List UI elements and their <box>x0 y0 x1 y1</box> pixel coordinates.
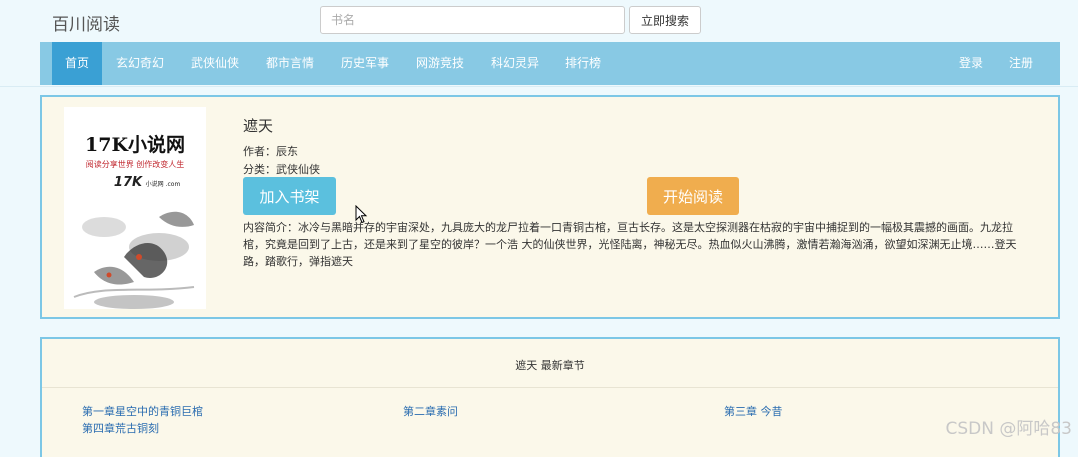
search-button[interactable]: 立即搜索 <box>629 6 701 34</box>
login-link[interactable]: 登录 <box>952 42 990 85</box>
nav-item-scifi[interactable]: 科幻灵异 <box>485 42 545 85</box>
book-category: 分类：武侠仙侠 <box>243 163 320 176</box>
book-cover-image[interactable]: 17K小说网 阅读分享世界 创作改变人生 17K 小说网 .com <box>64 107 206 309</box>
nav-item-urban[interactable]: 都市言情 <box>260 42 320 85</box>
chapter-link[interactable]: 第二章素问 <box>403 403 458 419</box>
chapter-link[interactable]: 第四章荒古铜刻 <box>82 420 159 436</box>
nav-item-gaming[interactable]: 网游竞技 <box>410 42 470 85</box>
nav-item-ranking[interactable]: 排行榜 <box>558 42 608 85</box>
book-title: 遮天 <box>243 117 274 135</box>
nav-item-fantasy[interactable]: 玄幻奇幻 <box>110 42 170 85</box>
chapters-heading: 遮天 最新章节 <box>42 339 1058 388</box>
latest-chapters-panel: 遮天 最新章节 第一章星空中的青铜巨棺 第二章素问 第三章 今昔 第四章荒古铜刻 <box>40 337 1060 457</box>
cover-artwork: 17K小说网 阅读分享世界 创作改变人生 17K 小说网 .com <box>64 107 206 309</box>
book-author: 作者：辰东 <box>243 145 298 158</box>
register-link[interactable]: 注册 <box>1002 42 1040 85</box>
main-navbar: 首页 玄幻奇幻 武侠仙侠 都市言情 历史军事 网游竞技 科幻灵异 排行榜 登录 … <box>40 42 1060 85</box>
start-reading-button[interactable]: 开始阅读 <box>647 177 739 215</box>
nav-item-history[interactable]: 历史军事 <box>335 42 395 85</box>
header-divider <box>0 86 1078 87</box>
cover-site-name: 17K小说网 <box>85 133 185 156</box>
mouse-cursor-icon <box>355 205 368 224</box>
nav-item-wuxia[interactable]: 武侠仙侠 <box>185 42 245 85</box>
watermark-text: CSDN @阿哈83 <box>945 419 1072 439</box>
chapter-link[interactable]: 第三章 今昔 <box>724 403 783 419</box>
add-to-shelf-button[interactable]: 加入书架 <box>243 177 336 215</box>
nav-item-home[interactable]: 首页 <box>52 42 102 85</box>
book-info-panel: 17K小说网 阅读分享世界 创作改变人生 17K 小说网 .com 遮天 作者：… <box>40 95 1060 319</box>
site-brand[interactable]: 百川阅读 <box>52 10 120 35</box>
chapter-link[interactable]: 第一章星空中的青铜巨棺 <box>82 403 203 419</box>
book-description: 内容简介：冰冷与黑暗并存的宇宙深处，九具庞大的龙尸拉着一口青铜古棺，亘古长存。这… <box>243 221 1017 268</box>
cover-logo: 17K <box>114 175 143 190</box>
top-header: 百川阅读 立即搜索 <box>0 0 1078 42</box>
cover-logo-sub: 小说网 .com <box>146 180 181 188</box>
search-input[interactable] <box>320 6 625 34</box>
cover-slogan: 阅读分享世界 创作改变人生 <box>86 159 185 169</box>
